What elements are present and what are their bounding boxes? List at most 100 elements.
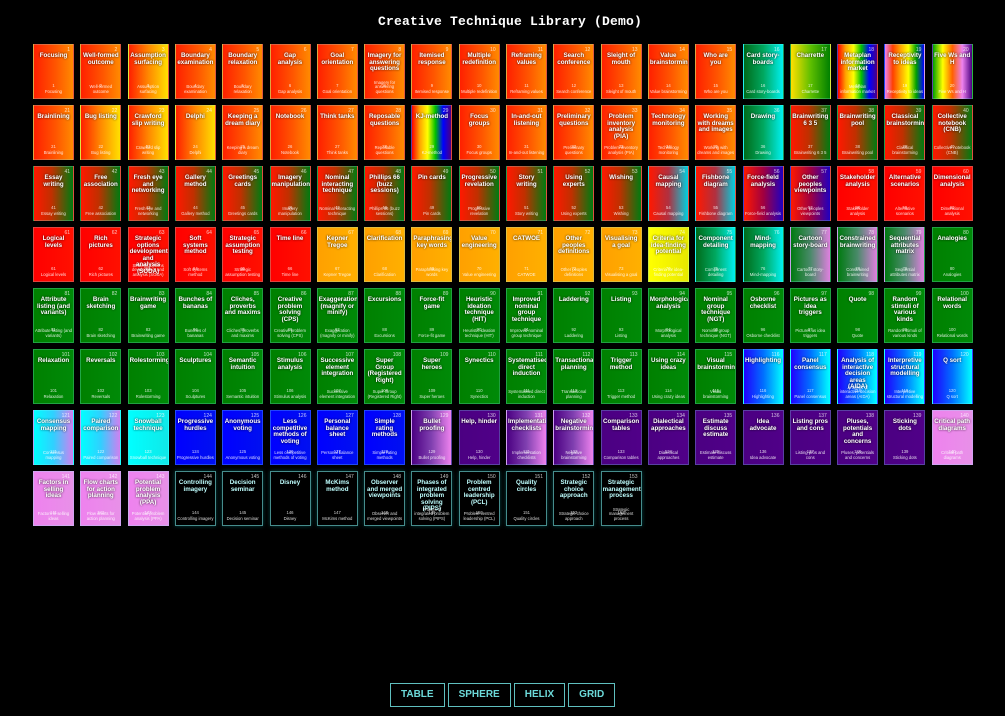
technique-card[interactable]: 96 Osborne checklist 96 Osborne checklist bbox=[742, 288, 784, 343]
technique-card[interactable]: 73 Visualising a goal 73 Visualising a goal bbox=[600, 227, 642, 282]
technique-card[interactable]: 55 Fishbone diagram 55 Fishbone diagram bbox=[695, 166, 737, 221]
technique-card[interactable]: 65 Strategic assumption testing 65 Strategi… bbox=[222, 227, 264, 282]
technique-card[interactable]: 125 Anonymous voting 125 Anonymous voting bbox=[222, 410, 264, 465]
technique-card[interactable]: 41 Essay writing 41 Essay writing bbox=[33, 166, 74, 221]
technique-card[interactable]: 37 Brainwriting 6 3 5 37 Brainwriting 6 3 5 bbox=[789, 105, 831, 160]
technique-card[interactable]: 91 Improved nominal group technique 91 Impr… bbox=[506, 288, 547, 343]
technique-card[interactable]: 130 Help, hinder 130 Help, hinder bbox=[458, 410, 500, 465]
technique-card[interactable]: 147 McKims method 147 McKims method bbox=[316, 471, 358, 526]
technique-card[interactable]: 54 Causal mapping 54 Causal mapping bbox=[647, 166, 689, 221]
technique-card[interactable]: 16 Card story-boards 16 Card story-boards bbox=[742, 44, 784, 99]
technique-card[interactable]: 64 Soft systems method 64 Soft systems meth… bbox=[174, 227, 216, 282]
technique-card[interactable]: 99 Random stimuli of various kinds 99 Rando… bbox=[884, 288, 926, 343]
technique-card[interactable]: 123 Snowball technique 123 Snowball techniq… bbox=[127, 410, 169, 465]
technique-card[interactable]: 2 Well-formed outcome 2 Well-formed outcome bbox=[80, 44, 122, 99]
technique-card[interactable]: 45 Greetings cards 45 Greetings cards bbox=[222, 166, 264, 221]
technique-card[interactable]: 127 Personal balance sheet 127 Personal bal… bbox=[316, 410, 358, 465]
technique-card[interactable]: 82 Brain sketching 82 Brain sketching bbox=[80, 288, 122, 343]
technique-card[interactable]: 36 Drawing 36 Drawing bbox=[742, 105, 784, 160]
technique-card[interactable]: 136 Idea advocate 136 Idea advocate bbox=[742, 410, 784, 465]
technique-card[interactable]: 150 Problem centred leadership (PCL) 150 Pr… bbox=[458, 471, 500, 526]
technique-card[interactable]: 40 Collective notebook (CNB) 40 Collective … bbox=[931, 105, 973, 160]
technique-card[interactable]: 140 Critical path diagrams 140 Critical pat… bbox=[931, 410, 973, 465]
technique-card[interactable]: 51 Story writing 51 Story writing bbox=[506, 166, 547, 221]
technique-card[interactable]: 56 Force-field analysis 56 Force-field anal… bbox=[742, 166, 784, 221]
technique-card[interactable]: 84 Bunches of bananas 84 Bunches of bananas bbox=[174, 288, 216, 343]
technique-card[interactable]: 90 Heuristic ideation technique (HIT) 90 He… bbox=[458, 288, 500, 343]
technique-card[interactable]: 7 Goal orientation 7 Goal orientation bbox=[316, 44, 358, 99]
technique-card[interactable]: 61 Logical levels 61 Logical levels bbox=[33, 227, 74, 282]
technique-card[interactable]: 103 Rolestorming 103 Rolestorming bbox=[127, 349, 169, 404]
technique-card[interactable]: 29 KJ-method 29 KJ-method bbox=[411, 105, 453, 160]
technique-card[interactable]: 133 Comparison tables 133 Comparison tables bbox=[600, 410, 642, 465]
technique-card[interactable]: 46 Imagery manipulation 46 Imagery manipula… bbox=[269, 166, 311, 221]
technique-card[interactable]: 83 Brainwriting game 83 Brainwriting game bbox=[127, 288, 169, 343]
technique-card[interactable]: 107 Successive element integration 107 Succ… bbox=[316, 349, 358, 404]
technique-card[interactable]: 10 Multiple redefinition 10 Multiple redefi… bbox=[458, 44, 500, 99]
technique-card[interactable]: 15 Who are you 15 Who are you bbox=[695, 44, 737, 99]
technique-card[interactable]: 131Implementation checklists131Implement… bbox=[506, 410, 547, 465]
technique-card[interactable]: 124 Progressive hurdles 124 Progressive hur… bbox=[174, 410, 216, 465]
technique-card[interactable]: 22 Bug listing 22 Bug listing bbox=[80, 105, 122, 160]
technique-card[interactable]: 92 Laddering 92 Laddering bbox=[553, 288, 595, 343]
technique-card[interactable]: 118 Analysis of interactive decision area… bbox=[837, 349, 879, 404]
technique-card[interactable]: 85 Cliches, proverbs and maxims 85 Cliches,… bbox=[222, 288, 264, 343]
technique-card[interactable]: 34 Technology monitoring 34 Technology moni… bbox=[647, 105, 689, 160]
technique-card[interactable]: 122 Paired comparison 122 Paired comparison bbox=[80, 410, 122, 465]
technique-card[interactable]: 129 Bullet proofing 129 Bullet proofing bbox=[411, 410, 453, 465]
technique-card[interactable]: 149 Phases of integrated problem solving … bbox=[411, 471, 453, 526]
technique-card[interactable]: 116 Highlighting 116 Highlighting bbox=[742, 349, 784, 404]
technique-card[interactable]: 78 Constrained brainwriting 78 Constrained … bbox=[837, 227, 879, 282]
technique-card[interactable]: 50 Progressive revelation 50 Progressive re… bbox=[458, 166, 500, 221]
technique-card[interactable]: 75 Component detailing 75 Component detaili… bbox=[695, 227, 737, 282]
technique-card[interactable]: 74 Criteria for idea-finding potential 74 C… bbox=[647, 227, 689, 282]
technique-card[interactable]: 38 Brainwriting pool 38 Brainwriting pool bbox=[837, 105, 879, 160]
technique-card[interactable]: 102 Reversals 102 Reversals bbox=[80, 349, 122, 404]
technique-card[interactable]: 72 Other peoples definitions 72 Other peopl… bbox=[553, 227, 595, 282]
technique-card[interactable]: 70 Value engineering 70 Value engineering bbox=[458, 227, 500, 282]
technique-card[interactable]: 4 Boundary examination 4 Boundary examinati… bbox=[174, 44, 216, 99]
technique-card[interactable]: 141 Factors in selling ideas 141 Factors in… bbox=[33, 471, 74, 526]
technique-card[interactable]: 95 Nominal group technique (NGT) 95 Nominal… bbox=[695, 288, 737, 343]
technique-card[interactable]: 30 Focus groups 30 Focus groups bbox=[458, 105, 500, 160]
technique-card[interactable]: 98 Quote 98 Quote bbox=[837, 288, 879, 343]
technique-card[interactable]: 108 Super Group (Registered Right) 108 Supe… bbox=[364, 349, 406, 404]
technique-card[interactable]: 135 Estimate discuss estimate 135 Estimate … bbox=[695, 410, 737, 465]
technique-card[interactable]: 137 Listing pros and cons 137 Listing pros … bbox=[789, 410, 831, 465]
technique-card[interactable]: 113 Trigger method 113 Trigger method bbox=[600, 349, 642, 404]
technique-card[interactable]: 25 Keeping a dream diary 25 Keeping a dream… bbox=[222, 105, 264, 160]
technique-card[interactable]: 33 Problem inventory analysis (PIA) 33 Prob… bbox=[600, 105, 642, 160]
technique-card[interactable]: 59 Alternative scenarios 59 Alternative sce… bbox=[884, 166, 926, 221]
technique-card[interactable]: 35 Working with dreams and images 35 Workin… bbox=[695, 105, 737, 160]
technique-card[interactable]: 24 Delphi 24 Delphi bbox=[174, 105, 216, 160]
technique-card[interactable]: 52 Using experts 52 Using experts bbox=[553, 166, 595, 221]
technique-card[interactable]: 142 Flow charts for action planning 142 Flo… bbox=[80, 471, 122, 526]
technique-card[interactable]: 47 Nominal interacting technique 47 Nominal… bbox=[316, 166, 358, 221]
technique-card[interactable]: 87 Exaggeration (magnify or minify) 87 Exag… bbox=[316, 288, 358, 343]
technique-card[interactable]: 144 Controlling imagery 144 Controlling ima… bbox=[174, 471, 216, 526]
helix-button[interactable]: HELIX bbox=[513, 683, 566, 707]
technique-card[interactable]: 57 Other peoples viewpoints 57 Other people… bbox=[789, 166, 831, 221]
technique-card[interactable]: 6 Gap analysis 6 Gap analysis bbox=[269, 44, 311, 99]
technique-card[interactable]: 67 Kepner Tregoe 67 Kepner Tregoe bbox=[316, 227, 358, 282]
technique-card[interactable]: 71 CATWOE 71 CATWOE bbox=[506, 227, 547, 282]
technique-card[interactable]: 8 Imagery for answering questions 8 Imagery… bbox=[364, 44, 406, 99]
technique-card[interactable]: 1 Focusing 1 Focusing bbox=[33, 44, 74, 99]
technique-card[interactable]: 81 Attribute listing (and variants) 81 Attr… bbox=[33, 288, 74, 343]
technique-card[interactable]: 76 Mind-mapping 76 Mind-mapping bbox=[742, 227, 784, 282]
technique-card[interactable]: 120 Q sort 120 Q sort bbox=[931, 349, 973, 404]
technique-card[interactable]: 28 Reposable questions 28 Reposable questio… bbox=[364, 105, 406, 160]
technique-card[interactable]: 89 Force-fit game 89 Force-fit game bbox=[411, 288, 453, 343]
technique-card[interactable]: 148 Observer and merged viewpoints 148 Obse… bbox=[364, 471, 406, 526]
technique-card[interactable]: 126 Less competitive methods of voting 126… bbox=[269, 410, 311, 465]
technique-card[interactable]: 44 Gallery method 44 Gallery method bbox=[174, 166, 216, 221]
technique-card[interactable]: 19 Receptivity to ideas 19 Receptivity to i… bbox=[884, 44, 926, 99]
technique-card[interactable]: 101 Relaxation 101 Relaxation bbox=[33, 349, 74, 404]
technique-card[interactable]: 20 Five Ws and H 20 Five Ws and H bbox=[931, 44, 973, 99]
technique-card[interactable]: 112 Transactional planning 112 Transactiona… bbox=[553, 349, 595, 404]
technique-card[interactable]: 60 Dimensional analysis 60 Dimensional anal… bbox=[931, 166, 973, 221]
technique-card[interactable]: 3 Assumption surfacing 3 Assumption surfaci… bbox=[127, 44, 169, 99]
technique-card[interactable]: 109 Super heroes 109 Super heroes bbox=[411, 349, 453, 404]
technique-card[interactable]: 48 Phillips 66 (buzz sessions) 48 Phillips … bbox=[364, 166, 406, 221]
technique-card[interactable]: 146 Disney 146 Disney bbox=[269, 471, 311, 526]
